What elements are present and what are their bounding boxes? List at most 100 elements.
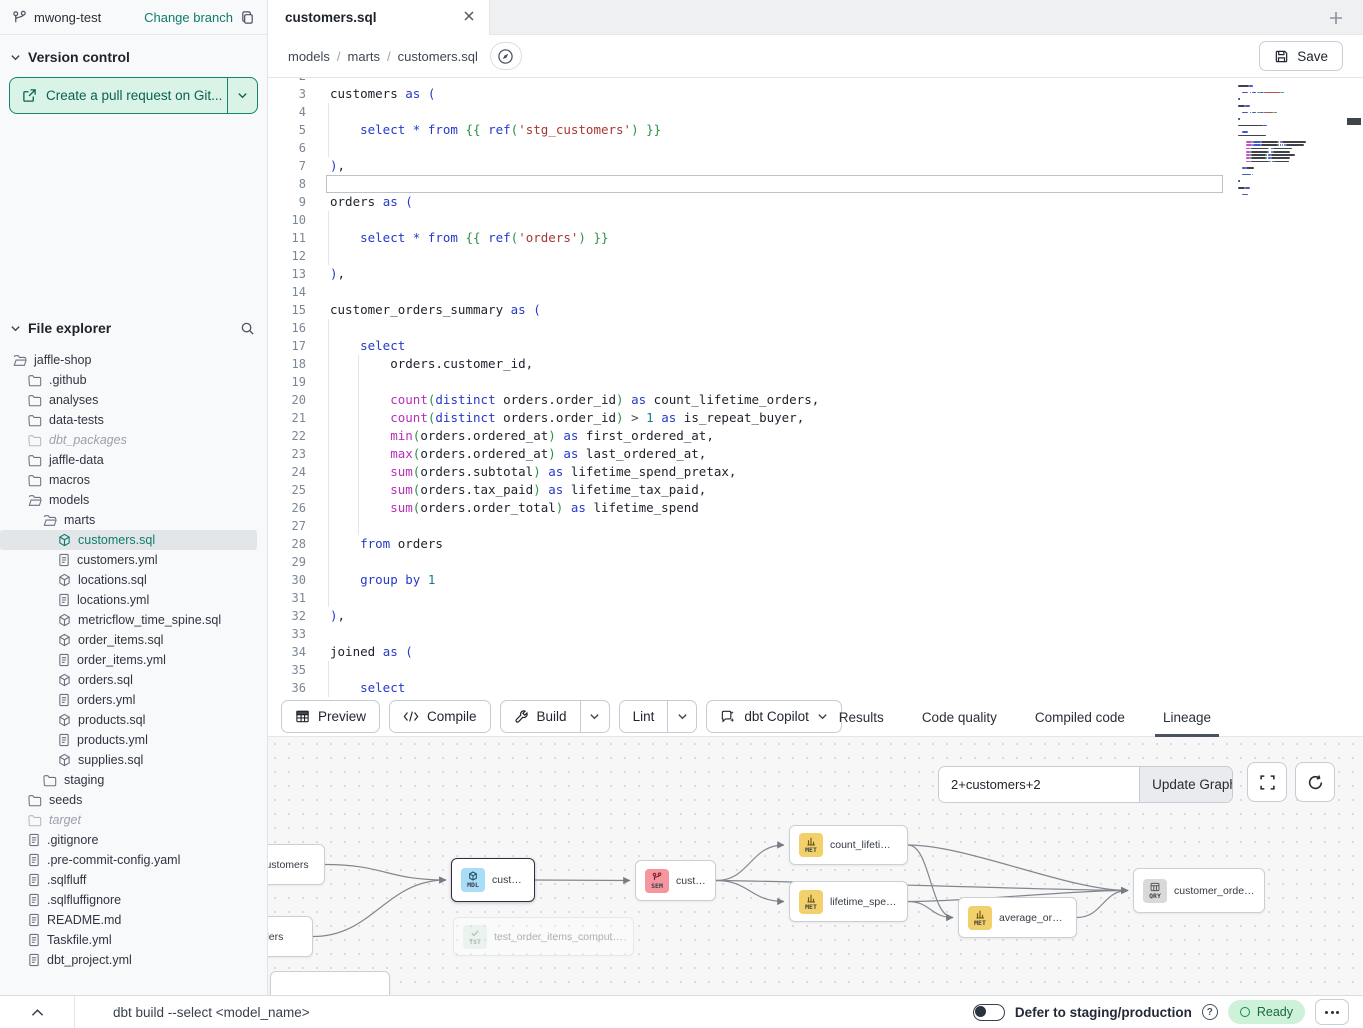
tree-item-models[interactable]: models xyxy=(0,490,267,510)
build-dropdown-caret[interactable] xyxy=(580,701,609,732)
lineage-node-lifetime-spend-pretax[interactable]: METlifetime_spend_pretax xyxy=(789,881,908,922)
change-branch-link[interactable]: Change branch xyxy=(144,10,233,25)
code-line-28[interactable]: 28 from orders xyxy=(268,535,1363,553)
preview-button[interactable]: Preview xyxy=(281,700,380,733)
tree-item-locations-sql[interactable]: locations.sql xyxy=(0,570,267,590)
build-button[interactable]: Build xyxy=(501,701,580,732)
pr-dropdown-caret[interactable] xyxy=(227,78,257,113)
tree-item--sqlfluffignore[interactable]: .sqlfluffignore xyxy=(0,890,267,910)
code-line-20[interactable]: 20 count(distinct orders.order_id) as co… xyxy=(268,391,1363,409)
code-line-3[interactable]: 3customers as ( xyxy=(268,85,1363,103)
tree-item-products-yml[interactable]: products.yml xyxy=(0,730,267,750)
lineage-node-customers-semantic[interactable]: SEMcustomers xyxy=(635,860,716,901)
code-line-5[interactable]: 5 select * from {{ ref('stg_customers') … xyxy=(268,121,1363,139)
code-line-30[interactable]: 30 group by 1 xyxy=(268,571,1363,589)
tree-item--sqlfluff[interactable]: .sqlfluff xyxy=(0,870,267,890)
code-line-26[interactable]: 26 sum(orders.order_total) as lifetime_s… xyxy=(268,499,1363,517)
breadcrumb-part[interactable]: models xyxy=(288,49,330,64)
lineage-node-average-order-value[interactable]: METaverage_order_value xyxy=(958,897,1077,938)
panel-tab-code-quality[interactable]: Code quality xyxy=(920,697,999,737)
code-line-35[interactable]: 35 xyxy=(268,661,1363,679)
code-line-13[interactable]: 13), xyxy=(268,265,1363,283)
code-line-21[interactable]: 21 count(distinct orders.order_id) > 1 a… xyxy=(268,409,1363,427)
tree-item-order-items-yml[interactable]: order_items.yml xyxy=(0,650,267,670)
code-line-31[interactable]: 31 xyxy=(268,589,1363,607)
tree-item-orders-yml[interactable]: orders.yml xyxy=(0,690,267,710)
tree-item-orders-sql[interactable]: orders.sql xyxy=(0,670,267,690)
save-button[interactable]: Save xyxy=(1259,41,1343,71)
code-line-4[interactable]: 4 xyxy=(268,103,1363,121)
new-tab-button[interactable] xyxy=(1319,4,1353,31)
file-explorer-header[interactable]: File explorer xyxy=(0,312,267,344)
code-line-10[interactable]: 10 xyxy=(268,211,1363,229)
tree-item-target[interactable]: target xyxy=(0,810,267,830)
tree-item-macros[interactable]: macros xyxy=(0,470,267,490)
tree-item-metricflow-time-spine-sql[interactable]: metricflow_time_spine.sql xyxy=(0,610,267,630)
tree-item-jaffle-shop[interactable]: jaffle-shop xyxy=(0,350,267,370)
create-pr-button[interactable]: Create a pull request on Git... xyxy=(9,77,258,114)
code-editor[interactable]: 23customers as (45 select * from {{ ref(… xyxy=(268,78,1363,697)
tree-item--github[interactable]: .github xyxy=(0,370,267,390)
code-line-6[interactable]: 6 xyxy=(268,139,1363,157)
tree-item-locations-yml[interactable]: locations.yml xyxy=(0,590,267,610)
tree-item-customers-yml[interactable]: customers.yml xyxy=(0,550,267,570)
panel-tab-results[interactable]: Results xyxy=(837,697,886,737)
tree-item-readme-md[interactable]: README.md xyxy=(0,910,267,930)
code-line-8[interactable]: 8 xyxy=(268,175,1363,193)
code-line-15[interactable]: 15customer_orders_summary as ( xyxy=(268,301,1363,319)
lineage-node-orders[interactable]: orders xyxy=(268,916,313,957)
code-line-36[interactable]: 36 select xyxy=(268,679,1363,697)
code-line-18[interactable]: 18 orders.customer_id, xyxy=(268,355,1363,373)
version-control-header[interactable]: Version control xyxy=(0,35,267,73)
code-line-19[interactable]: 19 xyxy=(268,373,1363,391)
tree-item-products-sql[interactable]: products.sql xyxy=(0,710,267,730)
code-line-27[interactable]: 27 xyxy=(268,517,1363,535)
tab-customers-sql[interactable]: customers.sql xyxy=(268,0,490,35)
code-line-16[interactable]: 16 xyxy=(268,319,1363,337)
lineage-node-customer-order-metrics[interactable]: QRYcustomer_order_metrics xyxy=(1133,868,1265,913)
code-line-14[interactable]: 14 xyxy=(268,283,1363,301)
help-icon[interactable]: ? xyxy=(1202,1004,1218,1020)
tree-item-marts[interactable]: marts xyxy=(0,510,267,530)
code-line-7[interactable]: 7), xyxy=(268,157,1363,175)
lineage-node-count-lifetime-orders[interactable]: METcount_lifetime_orders xyxy=(789,825,908,865)
code-line-32[interactable]: 32), xyxy=(268,607,1363,625)
lint-button[interactable]: Lint xyxy=(620,701,668,732)
code-line-25[interactable]: 25 sum(orders.tax_paid) as lifetime_tax_… xyxy=(268,481,1363,499)
tree-item-analyses[interactable]: analyses xyxy=(0,390,267,410)
search-icon[interactable] xyxy=(240,321,255,336)
tree-item-staging[interactable]: staging xyxy=(0,770,267,790)
update-graph-button[interactable]: Update Graph xyxy=(1139,767,1233,802)
collapse-panel-button[interactable] xyxy=(0,996,75,1028)
panel-tab-lineage[interactable]: Lineage xyxy=(1161,697,1213,737)
tree-item--pre-commit-config-yaml[interactable]: .pre-commit-config.yaml xyxy=(0,850,267,870)
refresh-button[interactable] xyxy=(1295,762,1335,802)
lineage-node-test-node[interactable]: TSTtest_order_items_compute_to_bools... xyxy=(453,917,634,956)
compile-button[interactable]: Compile xyxy=(389,700,491,733)
code-line-23[interactable]: 23 max(orders.ordered_at) as last_ordere… xyxy=(268,445,1363,463)
lineage-node-stg-customers[interactable]: stg_customers xyxy=(268,844,325,885)
fullscreen-button[interactable] xyxy=(1247,762,1287,802)
breadcrumb-part[interactable]: customers.sql xyxy=(398,49,478,64)
tree-item--gitignore[interactable]: .gitignore xyxy=(0,830,267,850)
lineage-node-partial-node[interactable] xyxy=(270,971,390,995)
lint-dropdown-caret[interactable] xyxy=(667,701,696,732)
tree-item-customers-sql[interactable]: customers.sql xyxy=(0,530,257,550)
code-line-2[interactable]: 2 xyxy=(268,78,1363,85)
panel-tab-compiled-code[interactable]: Compiled code xyxy=(1033,697,1127,737)
tree-item-order-items-sql[interactable]: order_items.sql xyxy=(0,630,267,650)
minimap[interactable] xyxy=(1232,78,1322,208)
overflow-menu-button[interactable] xyxy=(1315,999,1349,1025)
code-line-24[interactable]: 24 sum(orders.subtotal) as lifetime_spen… xyxy=(268,463,1363,481)
tree-item-taskfile-yml[interactable]: Taskfile.yml xyxy=(0,930,267,950)
defer-toggle[interactable] xyxy=(973,1004,1005,1021)
tree-item-seeds[interactable]: seeds xyxy=(0,790,267,810)
code-line-33[interactable]: 33 xyxy=(268,625,1363,643)
compass-icon[interactable] xyxy=(490,42,522,70)
copy-icon[interactable] xyxy=(240,10,255,25)
code-line-22[interactable]: 22 min(orders.ordered_at) as first_order… xyxy=(268,427,1363,445)
lineage-selector-input[interactable] xyxy=(939,767,1139,802)
breadcrumb-part[interactable]: marts xyxy=(348,49,381,64)
code-line-9[interactable]: 9orders as ( xyxy=(268,193,1363,211)
tree-item-supplies-sql[interactable]: supplies.sql xyxy=(0,750,267,770)
